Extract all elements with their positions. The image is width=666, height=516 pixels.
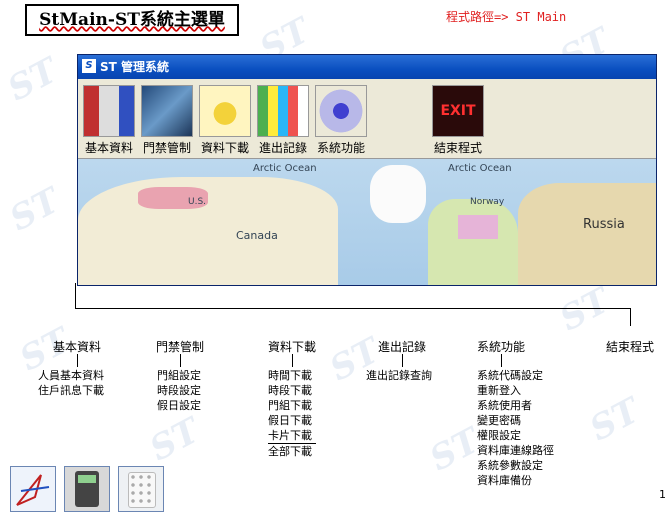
- card-reader-icon: [64, 466, 110, 512]
- menu-item-time-slot-download[interactable]: 時段下載: [268, 383, 316, 398]
- menu-item-db-backup[interactable]: 資料庫備份: [477, 473, 554, 488]
- toolbar-basic-data-button[interactable]: 基本資料: [81, 85, 137, 156]
- page-title: StMain-ST系統主選單: [25, 4, 239, 36]
- toolbar-system-functions-button[interactable]: 系統功能: [313, 85, 369, 156]
- st-logo-icon: S: [82, 59, 96, 73]
- menu-access-control[interactable]: 門禁管制: [156, 338, 204, 355]
- menu-item-all-download[interactable]: 全部下載: [268, 444, 316, 459]
- menu-item-door-group-download[interactable]: 門組下載: [268, 398, 316, 413]
- keypad-icon: [118, 466, 164, 512]
- menu-item-system-code-setup[interactable]: 系統代碼設定: [477, 368, 554, 383]
- menu-item-log-query[interactable]: 進出記錄查詢: [366, 368, 432, 383]
- toolbar: 基本資料 門禁管制 資料下載 進出記錄 系統功能 EXIT 結束程式: [78, 79, 656, 159]
- menu-system-functions[interactable]: 系統功能: [477, 338, 525, 355]
- menu-access-log[interactable]: 進出記錄: [378, 338, 426, 355]
- toolbar-data-download-button[interactable]: 資料下載: [197, 85, 253, 156]
- menu-item-holiday-download[interactable]: 假日下載: [268, 413, 316, 428]
- access-log-items: 進出記錄查詢: [366, 368, 432, 383]
- menu-item-card-download[interactable]: 卡片下載: [268, 428, 316, 443]
- calendar-grid-icon: [257, 85, 309, 137]
- access-control-items: 門組設定 時段設定 假日設定: [157, 368, 201, 413]
- toolbar-exit-button[interactable]: EXIT 結束程式: [430, 85, 486, 156]
- system-functions-items: 系統代碼設定 重新登入 系統使用者 變更密碼 權限設定 資料庫連線路徑 系統參數…: [477, 368, 554, 488]
- program-path: 程式路徑=> ST Main: [446, 10, 567, 24]
- menu-item-permission-setup[interactable]: 權限設定: [477, 428, 554, 443]
- menu-item-db-connection-path[interactable]: 資料庫連線路徑: [477, 443, 554, 458]
- window-titlebar: S ST 管理系統: [78, 55, 656, 79]
- menu-item-system-users[interactable]: 系統使用者: [477, 398, 554, 413]
- menu-data-download[interactable]: 資料下載: [268, 338, 316, 355]
- st-brand-icon: [10, 466, 56, 512]
- toolbar-access-control-button[interactable]: 門禁管制: [139, 85, 195, 156]
- app-window: S ST 管理系統 基本資料 門禁管制 資料下載 進出記錄 系統功能 EXIT …: [77, 54, 657, 286]
- menu-item-change-password[interactable]: 變更密碼: [477, 413, 554, 428]
- download-icon: [199, 85, 251, 137]
- basic-data-items: 人員基本資料 住戶訊息下載: [38, 368, 104, 398]
- menu-item-time-slot-setup[interactable]: 時段設定: [157, 383, 201, 398]
- menu-item-time-download[interactable]: 時間下載: [268, 368, 316, 383]
- room-icon: [83, 85, 135, 137]
- menu-item-person-data[interactable]: 人員基本資料: [38, 368, 104, 383]
- tools-icon: [315, 85, 367, 137]
- menu-item-re-login[interactable]: 重新登入: [477, 383, 554, 398]
- menu-item-resident-download[interactable]: 住戶訊息下載: [38, 383, 104, 398]
- data-download-items: 時間下載 時段下載 門組下載 假日下載 卡片下載 全部下載: [268, 368, 316, 459]
- exit-sign-icon: EXIT: [432, 85, 484, 137]
- toolbar-access-log-button[interactable]: 進出記錄: [255, 85, 311, 156]
- access-control-icon: [141, 85, 193, 137]
- world-map: Arctic Ocean Arctic Ocean Canada Russia …: [78, 159, 656, 285]
- menu-exit[interactable]: 結束程式: [606, 338, 654, 355]
- menu-item-system-parameters[interactable]: 系統參數設定: [477, 458, 554, 473]
- menu-basic-data[interactable]: 基本資料: [53, 338, 101, 355]
- menu-item-holiday-setup[interactable]: 假日設定: [157, 398, 201, 413]
- menu-item-door-group-setup[interactable]: 門組設定: [157, 368, 201, 383]
- window-title: ST 管理系統: [100, 60, 170, 74]
- page-number: 1: [659, 488, 666, 501]
